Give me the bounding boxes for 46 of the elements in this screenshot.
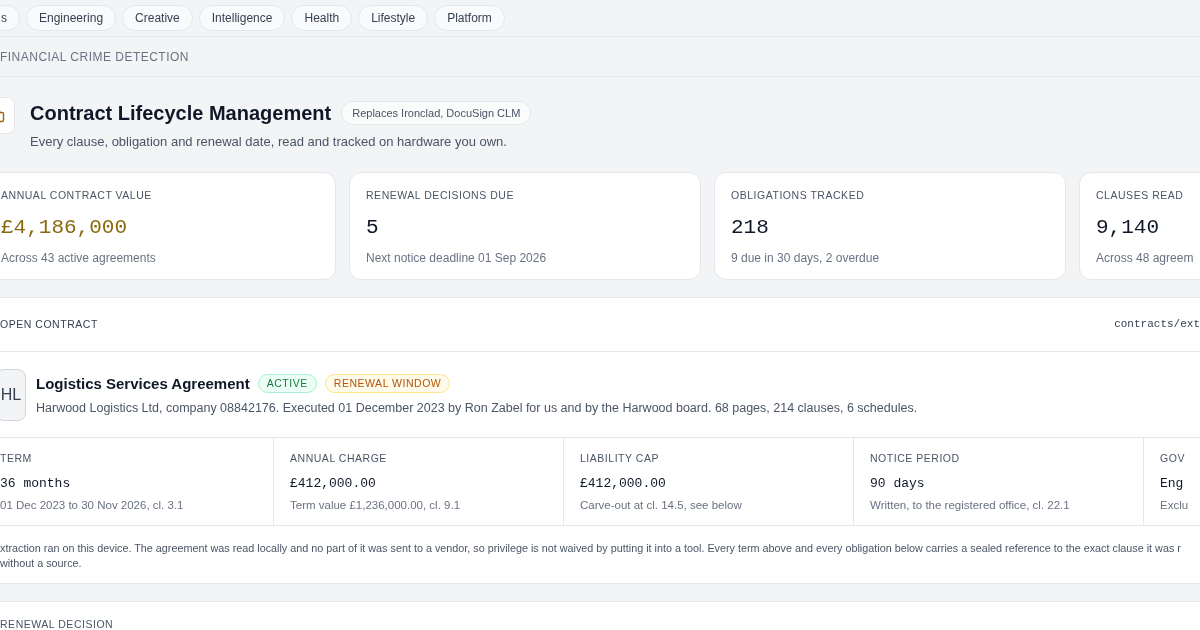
file-path: contracts/ext — [1114, 317, 1200, 333]
category-tab[interactable]: Lifestyle — [358, 5, 429, 31]
term-label: TERM — [0, 451, 33, 465]
term-note: 01 Dec 2023 to 30 Nov 2026, cl. 3.1 — [0, 498, 185, 513]
stat-label: CLAUSES READ — [1096, 188, 1185, 202]
term-note: Exclu — [1160, 498, 1190, 513]
status-badge: ACTIVE — [257, 374, 317, 393]
contract-title: Logistics Services Agreement — [36, 373, 250, 394]
stat-value: 5 — [366, 215, 380, 241]
term-note: Term value £1,236,000.00, cl. 9.1 — [290, 498, 462, 513]
category-tab[interactable]: Health — [291, 5, 353, 31]
status-badge: RENEWAL WINDOW — [324, 374, 451, 393]
product-title: Contract Lifecycle Management — [30, 101, 332, 126]
initials-avatar: HL — [0, 368, 26, 421]
stat-label: RENEWAL DECISIONS DUE — [366, 188, 515, 202]
panel-heading: RENEWAL DECISION — [0, 617, 115, 630]
term-value: 90 days — [870, 476, 926, 492]
stat-note: Across 48 agreem — [1096, 250, 1195, 266]
stat-value: £4,186,000 — [1, 215, 129, 241]
term-value: 36 months — [0, 476, 72, 492]
term-value: Eng — [1160, 476, 1185, 492]
panel-heading: OPEN CONTRACT — [0, 316, 98, 332]
term-label: ANNUAL CHARGE — [290, 451, 388, 465]
category-tab[interactable]: Platform — [434, 5, 505, 31]
section-heading: FINANCIAL CRIME DETECTION — [0, 48, 189, 66]
term-value: £412,000.00 — [580, 476, 667, 492]
category-tab[interactable]: Intelligence — [198, 5, 286, 31]
term-value: £412,000.00 — [290, 476, 377, 492]
term-label: NOTICE PERIOD — [870, 451, 961, 465]
category-tab[interactable]: Creative — [122, 5, 193, 31]
product-subtitle: Every clause, obligation and renewal date, read and tracked on hardware you own. — [30, 134, 508, 150]
category-tab[interactable]: s — [0, 5, 20, 31]
stat-note: Next notice deadline 01 Sep 2026 — [366, 250, 548, 266]
category-tab[interactable]: Engineering — [26, 5, 117, 31]
term-note: Written, to the registered office, cl. 22.1 — [870, 498, 1071, 513]
stat-value: 9,140 — [1096, 215, 1160, 241]
stat-note: Across 43 active agreements — [1, 250, 157, 266]
stat-label: ANNUAL CONTRACT VALUE — [1, 188, 153, 202]
contract-description: Harwood Logistics Ltd, company 08842176. Executed 01 December 2023 by Ron Zabel for us and by the Harwood board. 68 pages, 214 clauses, 6 schedules. — [36, 399, 918, 416]
replacement-badge: Replaces Ironclad, DocuSign CLM — [341, 101, 532, 125]
term-label: LIABILITY CAP — [580, 451, 660, 465]
stat-label: OBLIGATIONS TRACKED — [731, 188, 866, 202]
stat-value: 218 — [731, 215, 770, 241]
stat-note: 9 due in 30 days, 2 overdue — [731, 250, 881, 266]
term-note: Carve-out at cl. 14.5, see below — [580, 498, 743, 513]
term-label: GOV — [1160, 451, 1186, 465]
